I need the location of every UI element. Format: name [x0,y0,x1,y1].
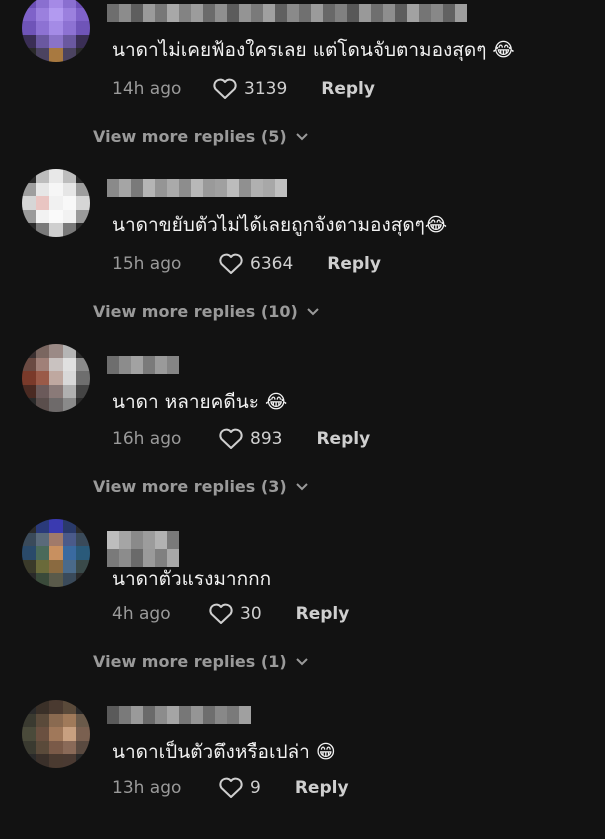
avatar[interactable] [22,700,90,768]
heart-icon [219,253,243,274]
reply-button[interactable]: Reply [296,604,350,624]
like-count: 6364 [250,254,294,274]
like-button[interactable]: 893 [218,427,282,451]
username-pixelated[interactable] [107,356,179,374]
comment-time: 13h ago [112,778,182,798]
username-pixelated[interactable] [107,4,467,22]
comment-text: นาดาตัวแรงมากกก [112,568,272,590]
like-count: 893 [250,429,283,449]
like-count: 9 [250,778,261,798]
comment-time: 15h ago [112,254,182,274]
comment-text: นาดาขยับตัวไม่ได้เลยถูกจังตามองสุดๆ😂 [112,214,448,236]
username-pixelated[interactable] [107,706,251,724]
comment-text: นาดาไม่เคยฟ้องใครเลย แต่โดนจับตามองสุดๆ … [112,39,515,61]
like-button[interactable]: 6364 [218,252,293,276]
avatar[interactable] [22,0,90,62]
avatar[interactable] [22,519,90,587]
comment-text: นาดา หลายคดีนะ 😂 [112,391,288,413]
comment-time: 4h ago [112,604,171,624]
comment-text: นาดาเป็นตัวตึงหรือเปล่า 😁 [112,741,336,763]
heart-icon [219,777,243,798]
comment-meta: 13h ago 9 Reply [112,776,349,800]
like-button[interactable]: 3139 [212,77,287,101]
comment-meta: 16h ago 893 Reply [112,427,370,451]
heart-icon [209,603,233,624]
reply-button[interactable]: Reply [321,79,375,99]
comment-meta: 4h ago 30 Reply [112,602,349,626]
heart-icon [213,78,237,99]
comment-item: นาดา หลายคดีนะ 😂 16h ago 893 Reply View … [0,314,605,496]
reply-button[interactable]: Reply [327,254,381,274]
heart-icon [219,428,243,449]
like-button[interactable]: 30 [208,602,262,626]
avatar[interactable] [22,344,90,412]
username-pixelated[interactable] [107,531,179,549]
like-count: 3139 [244,79,288,99]
comment-meta: 14h ago 3139 Reply [112,77,375,101]
like-count: 30 [240,604,262,624]
comment-meta: 15h ago 6364 Reply [112,252,381,276]
comment-item: นาดาเป็นตัวตึงหรือเปล่า 😁 13h ago 9 Repl… [0,664,605,839]
comment-time: 14h ago [112,79,182,99]
comment-time: 16h ago [112,429,182,449]
comment-item: นาดาไม่เคยฟ้องใครเลย แต่โดนจับตามองสุดๆ … [0,0,605,146]
reply-button[interactable]: Reply [316,429,370,449]
avatar[interactable] [22,169,90,237]
reply-button[interactable]: Reply [295,778,349,798]
username-pixelated[interactable] [107,179,287,197]
comment-item: นาดาขยับตัวไม่ได้เลยถูกจังตามองสุดๆ😂 15h… [0,139,605,321]
like-button[interactable]: 9 [218,776,261,800]
comment-item: นาดาตัวแรงมากกก 4h ago 30 Reply View mor… [0,489,605,671]
